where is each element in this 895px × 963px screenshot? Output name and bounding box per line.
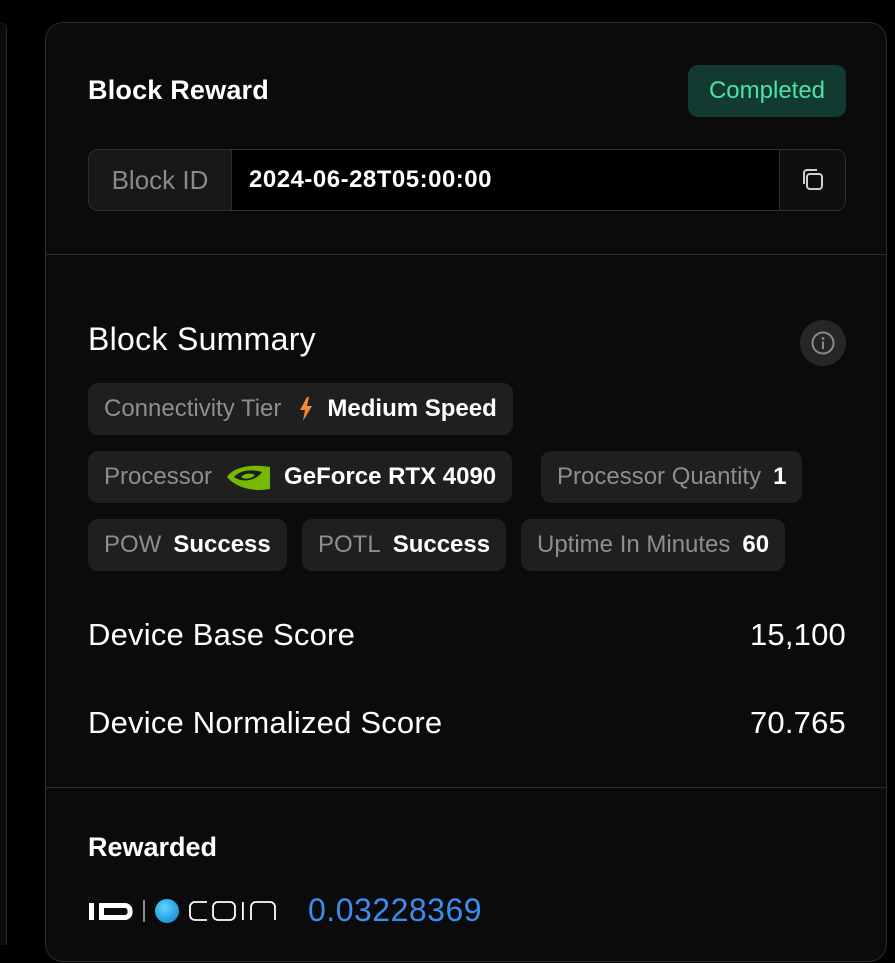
lightning-icon bbox=[300, 397, 313, 421]
coin-logo-icon bbox=[155, 898, 276, 923]
processor-quantity-chip: Processor Quantity 1 bbox=[541, 451, 803, 503]
processor-quantity-value: 1 bbox=[773, 463, 787, 490]
processor-label: Processor bbox=[104, 463, 213, 490]
potl-label: POTL bbox=[318, 531, 381, 558]
connectivity-tier-label: Connectivity Tier bbox=[104, 395, 282, 422]
uptime-label: Uptime In Minutes bbox=[537, 531, 731, 558]
connectivity-tier-chip: Connectivity Tier Medium Speed bbox=[88, 383, 513, 435]
copy-icon bbox=[802, 169, 823, 190]
io-logo-icon bbox=[89, 902, 133, 920]
block-id-label: Block ID bbox=[89, 150, 232, 210]
device-base-score-label: Device Base Score bbox=[88, 617, 356, 652]
reward-row: 0.03228369 bbox=[88, 892, 482, 929]
block-summary-section: Block Summary Connectivity Tier Medium S… bbox=[46, 255, 886, 788]
uptime-value: 60 bbox=[742, 531, 770, 558]
uptime-chip: Uptime In Minutes 60 bbox=[521, 519, 786, 571]
logo-divider bbox=[143, 899, 145, 922]
device-base-score-value: 15,100 bbox=[749, 617, 846, 652]
potl-chip: POTL Success bbox=[302, 519, 507, 571]
processor-value: GeForce RTX 4090 bbox=[284, 463, 497, 490]
block-id-field: Block ID 2024-06-28T05:00:00 bbox=[88, 149, 846, 211]
reward-amount: 0.03228369 bbox=[308, 892, 483, 928]
pow-value: Success bbox=[173, 531, 271, 558]
rewarded-section: Rewarded 0.03228369 bbox=[46, 788, 886, 963]
processor-chip: Processor GeForce RTX 4090 bbox=[88, 451, 513, 503]
info-icon bbox=[811, 331, 835, 355]
nvidia-logo-icon bbox=[227, 465, 271, 490]
block-id-value: 2024-06-28T05:00:00 bbox=[232, 150, 779, 210]
block-summary-title: Block Summary bbox=[88, 321, 316, 357]
status-badge: Completed bbox=[688, 65, 846, 117]
block-reward-header-section: Block Reward Completed Block ID 2024-06-… bbox=[46, 23, 886, 255]
potl-value: Success bbox=[392, 531, 491, 558]
processor-quantity-label: Processor Quantity bbox=[557, 463, 762, 490]
pow-label: POW bbox=[104, 531, 162, 558]
device-normalized-score-label: Device Normalized Score bbox=[88, 705, 443, 740]
info-button[interactable] bbox=[800, 320, 846, 366]
adjacent-panel-edge bbox=[0, 22, 7, 945]
copy-button[interactable] bbox=[779, 150, 845, 210]
block-reward-title: Block Reward bbox=[88, 75, 269, 105]
pow-chip: POW Success bbox=[88, 519, 287, 571]
connectivity-tier-value: Medium Speed bbox=[327, 395, 497, 422]
block-reward-card: Block Reward Completed Block ID 2024-06-… bbox=[45, 22, 887, 962]
rewarded-title: Rewarded bbox=[88, 832, 218, 862]
device-normalized-score-value: 70.765 bbox=[749, 705, 846, 740]
